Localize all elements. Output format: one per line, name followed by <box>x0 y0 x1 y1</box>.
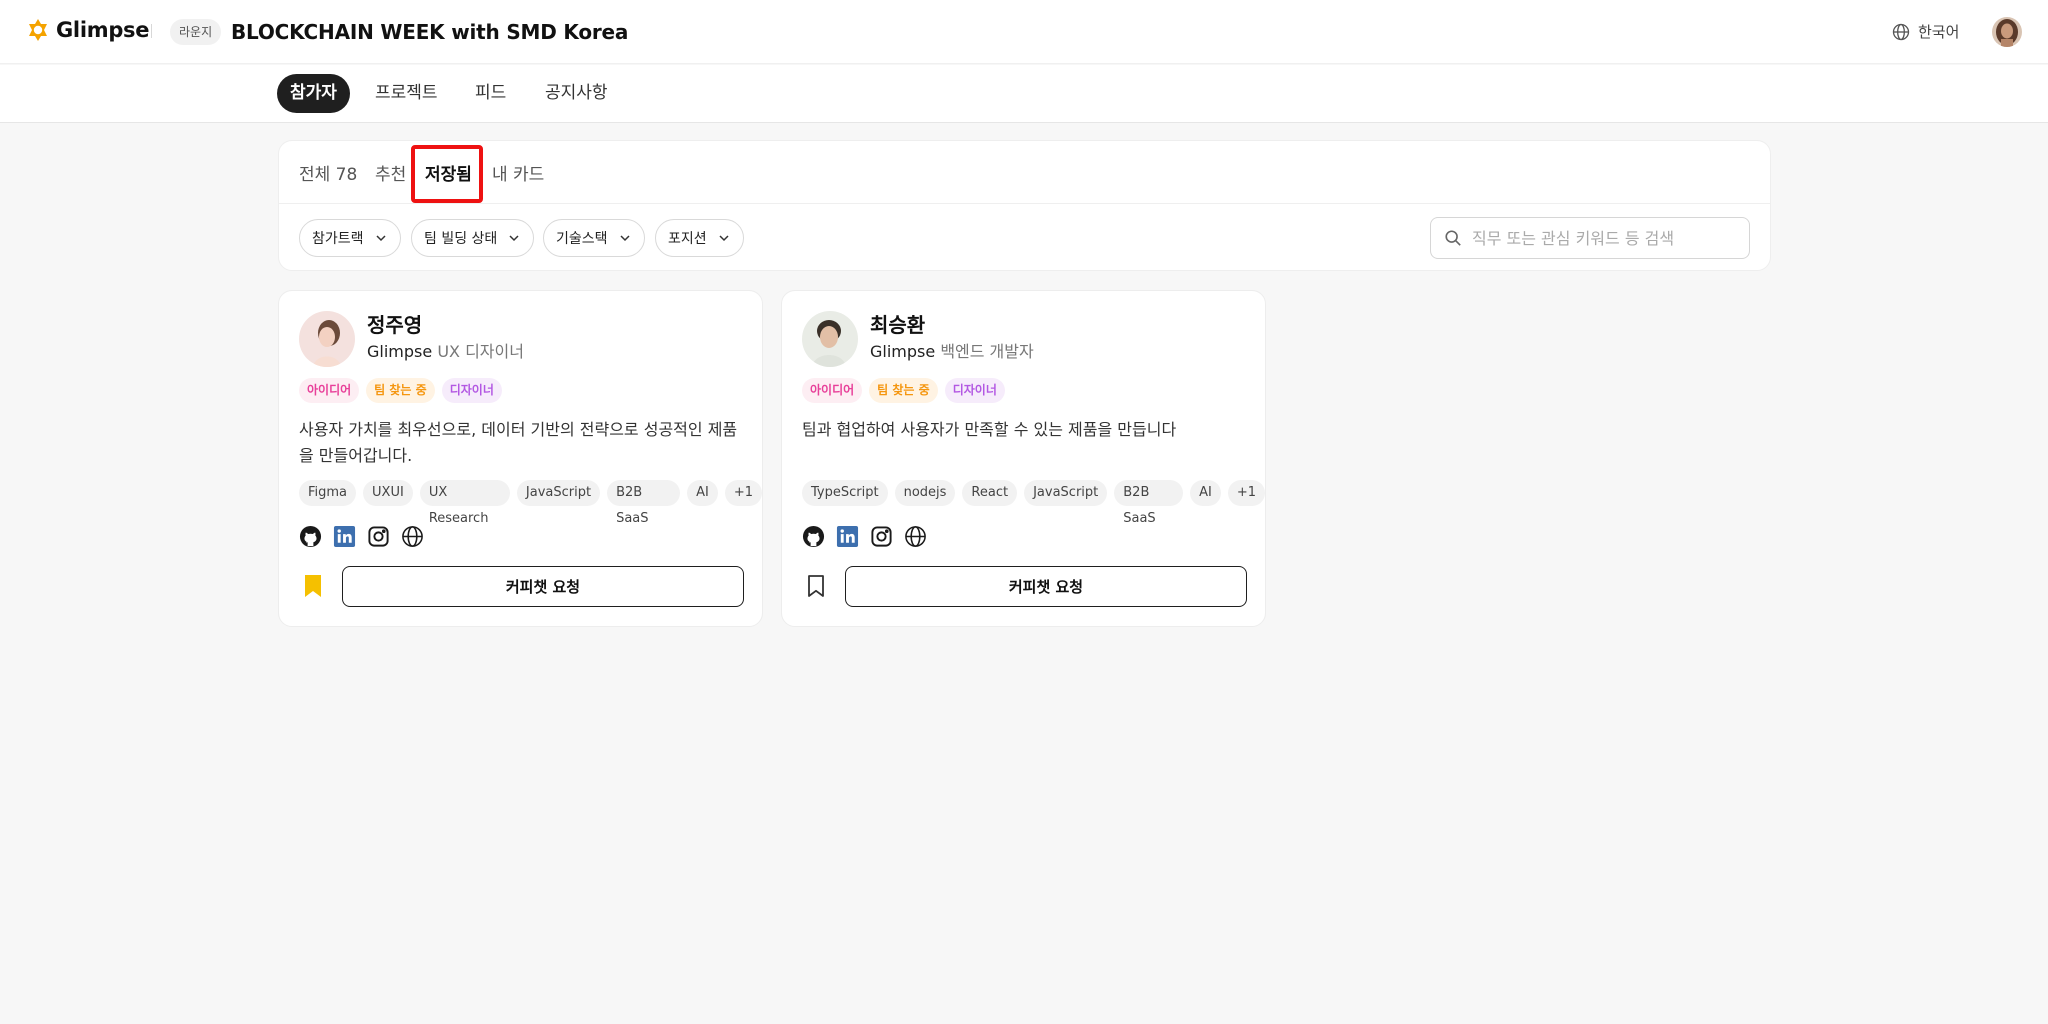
participant-card[interactable]: 정주영 Glimpse UX 디자이너 아이디어 팀 찾는 중 디자이너 사용자… <box>278 290 763 627</box>
event-title: BLOCKCHAIN WEEK with SMD Korea <box>231 20 629 44</box>
avatar <box>802 311 858 367</box>
tab-feed[interactable]: 피드 <box>462 74 519 113</box>
search-icon <box>1445 230 1461 246</box>
participant-card[interactable]: 최승환 Glimpse 백엔드 개발자 아이디어 팀 찾는 중 디자이너 팀과 … <box>781 290 1266 627</box>
participant-position: 백엔드 개발자 <box>940 342 1034 361</box>
skill-tags: Figma UXUI UX Research JavaScript B2B Sa… <box>299 480 762 526</box>
chip-idea: 아이디어 <box>299 378 360 403</box>
instagram-icon[interactable] <box>870 525 893 548</box>
skill-tag: Figma <box>299 480 357 506</box>
user-avatar-image <box>1992 17 2022 47</box>
social-links <box>802 525 927 548</box>
globe-icon <box>1892 23 1910 41</box>
tab-notices[interactable]: 공지사항 <box>532 74 621 113</box>
participant-role: Glimpse UX 디자이너 <box>367 341 524 363</box>
language-selector[interactable]: 한국어 <box>1891 20 1959 44</box>
top-header: Glimpse 라운지 BLOCKCHAIN WEEK with SMD Kor… <box>0 0 2048 64</box>
bookmark-filled-icon[interactable] <box>303 574 323 598</box>
skill-tag: B2B SaaS <box>1114 480 1184 526</box>
skill-tag: JavaScript <box>1024 480 1108 506</box>
status-chips: 아이디어 팀 찾는 중 디자이너 <box>299 378 502 403</box>
github-icon[interactable] <box>299 525 322 548</box>
selected-tab-highlight <box>411 145 483 203</box>
skill-tag: AI <box>1190 480 1221 506</box>
participant-company: Glimpse <box>367 342 433 361</box>
logo-text: Glimpse <box>56 18 150 42</box>
participant-role: Glimpse 백엔드 개발자 <box>870 341 1034 363</box>
skill-tag: JavaScript <box>516 480 601 506</box>
skill-tag: React <box>962 480 1018 506</box>
coffee-chat-request-button[interactable]: 커피챗 요청 <box>845 566 1247 607</box>
avatar-image <box>802 311 858 367</box>
skill-tag: nodejs <box>894 480 956 506</box>
chevron-down-icon <box>509 235 519 242</box>
search-input[interactable] <box>1472 228 1732 248</box>
participant-position: UX 디자이너 <box>437 342 524 361</box>
chip-idea: 아이디어 <box>802 378 863 403</box>
filter-tech-stack-label: 기술스택 <box>556 231 608 247</box>
participant-company: Glimpse <box>870 342 936 361</box>
more-tags-count: +1 <box>724 480 762 506</box>
header-divider <box>151 24 152 38</box>
filter-position-label: 포지션 <box>668 231 707 247</box>
panel-divider <box>279 203 1770 204</box>
linkedin-icon[interactable] <box>836 525 859 548</box>
filter-team-status-label: 팀 빌딩 상태 <box>424 231 498 247</box>
coffee-chat-request-button[interactable]: 커피챗 요청 <box>342 566 744 607</box>
participant-description: 사용자 가치를 최우선으로, 데이터 기반의 전략으로 성공적인 제품을 만들어… <box>299 420 738 465</box>
chevron-down-icon <box>376 235 386 242</box>
chip-team-seeking: 팀 찾는 중 <box>366 378 435 403</box>
filter-team-status[interactable]: 팀 빌딩 상태 <box>411 219 535 257</box>
skill-tag: TypeScript <box>802 480 888 506</box>
participant-name: 최승환 <box>870 313 926 337</box>
chip-team-seeking: 팀 찾는 중 <box>869 378 938 403</box>
filter-tech-stack[interactable]: 기술스택 <box>543 219 645 257</box>
tab-projects[interactable]: 프로젝트 <box>362 74 451 113</box>
language-label: 한국어 <box>1918 23 1960 41</box>
chevron-down-icon <box>620 235 630 242</box>
linkedin-icon[interactable] <box>333 525 356 548</box>
participant-name: 정주영 <box>367 313 423 337</box>
filter-position[interactable]: 포지션 <box>655 219 744 257</box>
user-avatar[interactable] <box>1992 17 2022 47</box>
glimpse-logo-icon <box>29 19 47 41</box>
tab-participants[interactable]: 참가자 <box>277 74 350 113</box>
skill-tag: AI <box>687 480 718 506</box>
website-globe-icon[interactable] <box>401 525 424 548</box>
instagram-icon[interactable] <box>367 525 390 548</box>
skill-tags: TypeScript nodejs React JavaScript B2B S… <box>802 480 1265 526</box>
chevron-down-icon <box>719 235 729 242</box>
filter-track-label: 참가트랙 <box>312 231 364 247</box>
sub-tab-recommended[interactable]: 추천 <box>375 163 406 187</box>
avatar <box>299 311 355 367</box>
avatar-image <box>299 311 355 367</box>
search-box[interactable] <box>1430 217 1750 259</box>
bookmark-outline-icon[interactable] <box>806 574 826 598</box>
filter-track[interactable]: 참가트랙 <box>299 219 401 257</box>
chip-designer: 디자이너 <box>441 378 502 403</box>
lounge-badge: 라운지 <box>170 19 222 45</box>
website-globe-icon[interactable] <box>904 525 927 548</box>
participant-description: 팀과 협업하여 사용자가 만족할 수 있는 제품을 만듭니다 <box>802 420 1177 439</box>
github-icon[interactable] <box>802 525 825 548</box>
social-links <box>299 525 424 548</box>
skill-tag: UXUI <box>363 480 413 506</box>
logo[interactable]: Glimpse <box>26 18 150 42</box>
filter-panel: 전체 78 추천 저장됨 내 카드 참가트랙 팀 빌딩 상태 기술스택 포지션 <box>278 140 1771 271</box>
skill-tag: B2B SaaS <box>607 480 681 526</box>
sub-tab-my-card[interactable]: 내 카드 <box>492 163 544 187</box>
chip-designer: 디자이너 <box>944 378 1005 403</box>
main-tab-bar: 참가자 프로젝트 피드 공지사항 <box>0 65 2048 123</box>
skill-tag: UX Research <box>419 480 510 526</box>
status-chips: 아이디어 팀 찾는 중 디자이너 <box>802 378 1005 403</box>
sub-tab-all[interactable]: 전체 78 <box>299 163 357 187</box>
more-tags-count: +1 <box>1227 480 1265 506</box>
